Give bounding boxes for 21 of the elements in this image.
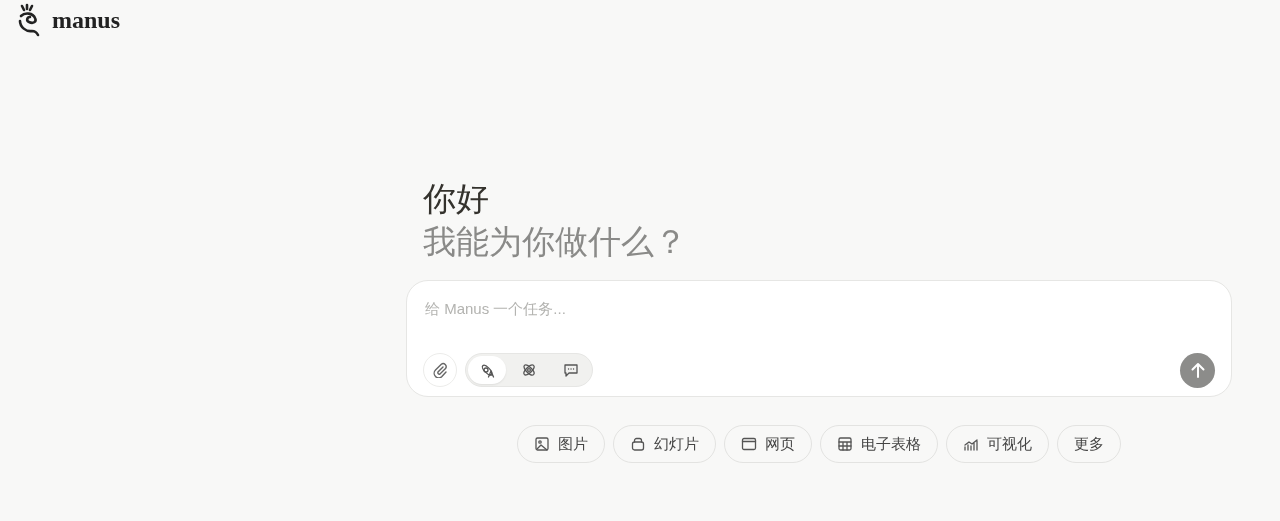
suggestion-chip[interactable]: 可视化 [946, 424, 1049, 463]
suggestion-chip[interactable]: 更多 [1057, 424, 1121, 463]
suggestion-chip[interactable]: 网页 [724, 424, 812, 463]
greeting-title: 你好 [423, 180, 490, 219]
greeting-subtitle: 我能为你做什么？ [423, 222, 688, 262]
suggestion-chip[interactable]: 电子表格 [820, 424, 938, 463]
task-input-field[interactable]: 给 Manus 一个任务... [423, 296, 1215, 322]
attach-button[interactable] [423, 353, 457, 388]
atom-icon [521, 362, 537, 379]
table-icon [837, 435, 853, 452]
suggestion-chip[interactable]: 幻灯片 [613, 424, 716, 463]
suggestion-chip[interactable]: 图片 [517, 424, 605, 463]
paperclip-icon [432, 362, 448, 379]
brand-name[interactable]: manus [52, 8, 121, 32]
send-button[interactable] [1180, 352, 1215, 388]
mode-button[interactable] [468, 356, 506, 385]
image-icon [534, 435, 550, 452]
chat-icon [563, 362, 579, 379]
browser-icon [741, 435, 757, 452]
arrow-up-icon [1190, 362, 1205, 379]
bag-icon [630, 435, 646, 452]
